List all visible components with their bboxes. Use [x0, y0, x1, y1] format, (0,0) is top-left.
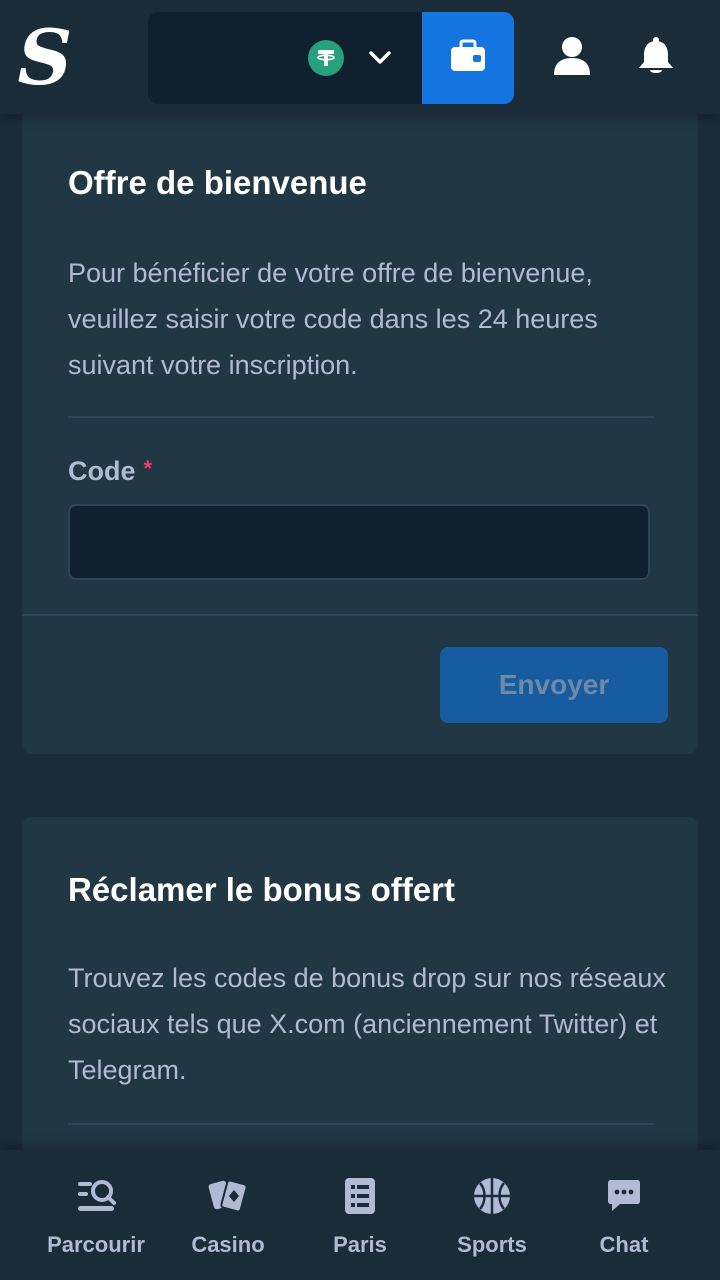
section-divider [68, 416, 654, 418]
footer-divider [22, 614, 698, 616]
notifications-button[interactable] [630, 30, 682, 86]
user-icon [553, 36, 591, 81]
betslip-icon [294, 1176, 426, 1216]
welcome-offer-card: Offre de bienvenue Pour bénéficier de vo… [22, 96, 698, 754]
browse-icon [30, 1176, 162, 1216]
code-input[interactable] [68, 504, 650, 580]
nav-item-casino[interactable]: Casino [162, 1176, 294, 1266]
chat-icon [558, 1176, 690, 1216]
welcome-offer-title: Offre de bienvenue [68, 164, 367, 201]
nav-item-browse[interactable]: Parcourir [30, 1176, 162, 1266]
code-label-text: Code [68, 456, 136, 486]
bell-icon [637, 36, 675, 81]
logo-letter: S [17, 13, 73, 102]
bottom-nav: Parcourir Casino Paris Sports Chat [0, 1150, 720, 1280]
nav-label: Paris [333, 1232, 387, 1257]
wallet-button[interactable] [422, 12, 514, 104]
wallet-icon [448, 38, 488, 79]
submit-code-button[interactable]: Envoyer [440, 647, 668, 723]
claim-bonus-description: Trouvez les codes de bonus drop sur nos … [68, 963, 666, 1085]
nav-label: Chat [599, 1232, 649, 1257]
nav-item-chat[interactable]: Chat [558, 1176, 690, 1266]
claim-bonus-card: Réclamer le bonus offert Trouvez les cod… [22, 817, 698, 1177]
tether-icon [308, 40, 344, 76]
profile-button[interactable] [546, 30, 598, 86]
chevron-down-icon[interactable] [366, 42, 394, 74]
section-divider [68, 1123, 654, 1125]
balance-selector[interactable] [148, 12, 422, 104]
nav-item-bets[interactable]: Paris [294, 1176, 426, 1266]
welcome-offer-description: Pour bénéficier de votre offre de bienve… [68, 258, 598, 380]
claim-bonus-title: Réclamer le bonus offert [68, 871, 455, 908]
nav-item-sports[interactable]: Sports [426, 1176, 558, 1266]
basketball-icon [426, 1176, 558, 1216]
required-mark: * [143, 456, 153, 481]
brand-logo[interactable]: S [14, 18, 76, 98]
nav-label: Parcourir [47, 1232, 145, 1257]
nav-label: Sports [457, 1232, 527, 1257]
top-header: S [0, 0, 720, 114]
nav-label: Casino [191, 1232, 265, 1257]
code-field-label: Code * [68, 456, 152, 487]
cards-icon [162, 1176, 294, 1216]
